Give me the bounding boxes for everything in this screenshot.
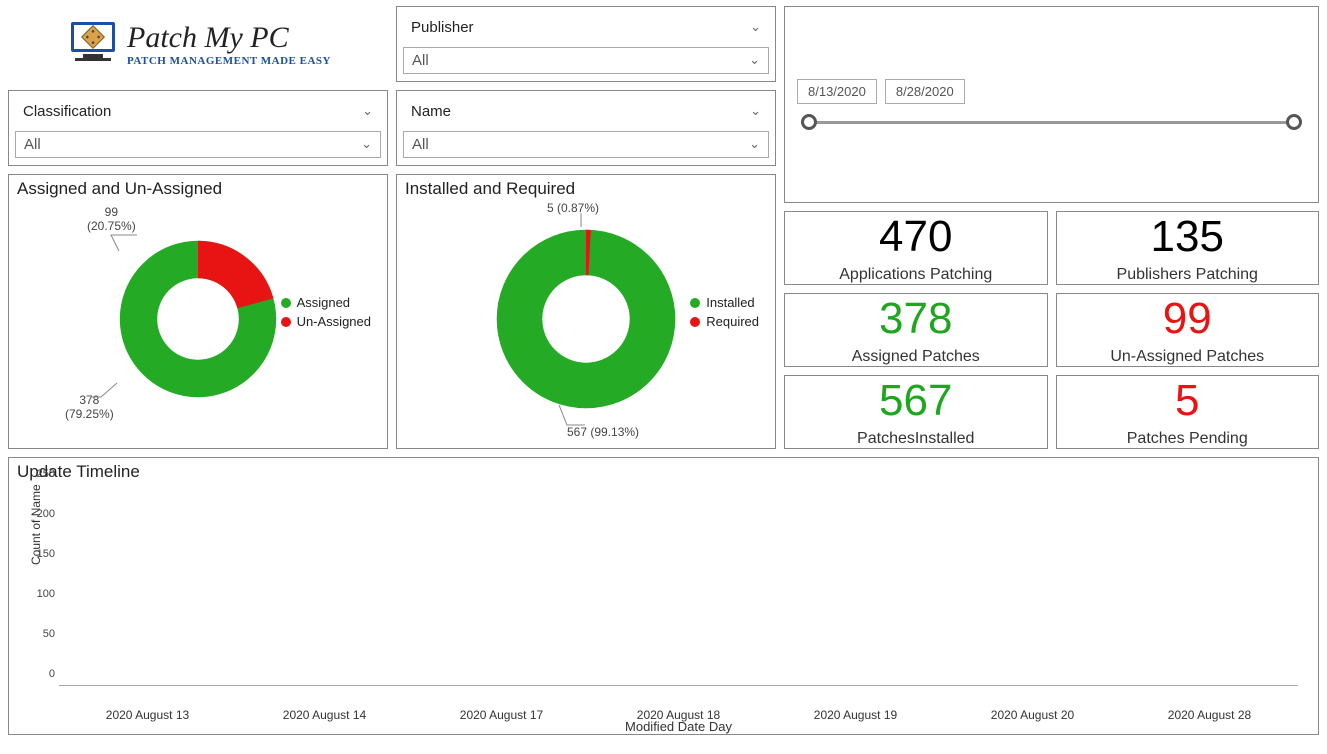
installed-callout-bottom: 567 (99.13%) <box>567 425 639 439</box>
metric-label: PatchesInstalled <box>857 430 974 448</box>
legend-unassigned: Un-Assigned <box>297 314 371 329</box>
chevron-down-icon[interactable]: ⌄ <box>361 136 372 152</box>
chevron-down-icon[interactable]: ⌄ <box>362 103 373 119</box>
timeline-title: Update Timeline <box>9 458 1318 482</box>
y-tick: 250 <box>37 468 55 480</box>
metric-label: Assigned Patches <box>852 348 980 366</box>
metric-label: Publishers Patching <box>1117 266 1258 284</box>
name-dropdown[interactable]: All ⌄ <box>403 131 769 158</box>
chevron-down-icon[interactable]: ⌄ <box>750 103 761 119</box>
metric-value: 567 <box>879 376 952 426</box>
metric-value: 99 <box>1163 294 1212 344</box>
publisher-dropdown[interactable]: All ⌄ <box>403 47 769 74</box>
y-tick: 200 <box>37 508 55 520</box>
classification-label: Classification <box>23 103 111 120</box>
legend-installed: Installed <box>706 295 754 310</box>
classification-dropdown[interactable]: All ⌄ <box>15 131 381 158</box>
y-tick: 50 <box>43 628 55 640</box>
metric-value: 5 <box>1175 376 1199 426</box>
installed-donut-panel: Installed and Required 5 (0.87%) 567 (99… <box>396 174 776 449</box>
legend-required: Required <box>706 314 759 329</box>
installed-donut-chart[interactable] <box>491 224 681 414</box>
classification-filter[interactable]: Classification ⌄ All ⌄ <box>8 90 388 166</box>
assigned-donut-chart[interactable] <box>113 234 283 404</box>
slider-handle-start[interactable] <box>801 114 817 130</box>
metric-unassigned[interactable]: 99 Un-Assigned Patches <box>1056 293 1320 367</box>
name-value: All <box>412 136 429 153</box>
metric-value: 470 <box>879 212 952 262</box>
leader-line-icon <box>89 381 119 399</box>
classification-value: All <box>24 136 41 153</box>
logo-title: Patch My PC <box>127 21 331 55</box>
publisher-value: All <box>412 52 429 69</box>
chevron-down-icon[interactable]: ⌄ <box>750 19 761 35</box>
legend-assigned: Assigned <box>297 295 350 310</box>
metric-label: Patches Pending <box>1127 430 1248 448</box>
assigned-callout-top-pct: (20.75%) <box>87 219 136 233</box>
name-filter[interactable]: Name ⌄ All ⌄ <box>396 90 776 166</box>
metric-pending[interactable]: 5 Patches Pending <box>1056 375 1320 449</box>
installed-legend: Installed Required <box>690 295 759 333</box>
metric-pubs-patching[interactable]: 135 Publishers Patching <box>1056 211 1320 285</box>
metric-value: 378 <box>879 294 952 344</box>
publisher-filter[interactable]: Publisher ⌄ All ⌄ <box>396 6 776 82</box>
name-label: Name <box>411 103 451 120</box>
y-axis: 050100150200250 <box>19 486 59 686</box>
leader-line-icon <box>579 211 593 229</box>
assigned-donut-title: Assigned and Un-Assigned <box>9 175 387 199</box>
metric-label: Applications Patching <box>839 266 992 284</box>
metric-label: Un-Assigned Patches <box>1110 348 1264 366</box>
logo: Patch My PC PATCH MANAGEMENT MADE EASY <box>8 6 388 82</box>
y-tick: 100 <box>37 588 55 600</box>
publisher-label: Publisher <box>411 19 474 36</box>
timeline-chart[interactable]: Count of Name 050100150200250 2020 Augus… <box>59 486 1298 704</box>
y-tick: 150 <box>37 548 55 560</box>
metric-value: 135 <box>1151 212 1224 262</box>
metric-installed[interactable]: 567 PatchesInstalled <box>784 375 1048 449</box>
assigned-legend: Assigned Un-Assigned <box>281 295 371 333</box>
assigned-callout-top-value: 99 <box>87 205 136 219</box>
installed-donut-title: Installed and Required <box>397 175 775 199</box>
slider-track[interactable] <box>805 114 1298 130</box>
chevron-down-icon[interactable]: ⌄ <box>749 136 760 152</box>
metric-assigned[interactable]: 378 Assigned Patches <box>784 293 1048 367</box>
logo-subtitle: PATCH MANAGEMENT MADE EASY <box>127 55 331 67</box>
slider-handle-end[interactable] <box>1286 114 1302 130</box>
metric-apps-patching[interactable]: 470 Applications Patching <box>784 211 1048 285</box>
leader-line-icon <box>557 403 587 427</box>
chevron-down-icon[interactable]: ⌄ <box>749 52 760 68</box>
y-tick: 0 <box>49 668 55 680</box>
x-axis-title: Modified Date Day <box>59 719 1298 734</box>
leader-line-icon <box>109 233 139 253</box>
monitor-icon <box>65 16 121 72</box>
date-start-input[interactable]: 8/13/2020 <box>797 79 877 104</box>
date-range-slider[interactable]: 8/13/2020 8/28/2020 <box>784 6 1319 203</box>
assigned-donut-panel: Assigned and Un-Assigned 99 (20.75%) 378… <box>8 174 388 449</box>
assigned-callout-bottom-pct: (79.25%) <box>65 407 114 421</box>
update-timeline-panel: Update Timeline Count of Name 0501001502… <box>8 457 1319 735</box>
date-end-input[interactable]: 8/28/2020 <box>885 79 965 104</box>
